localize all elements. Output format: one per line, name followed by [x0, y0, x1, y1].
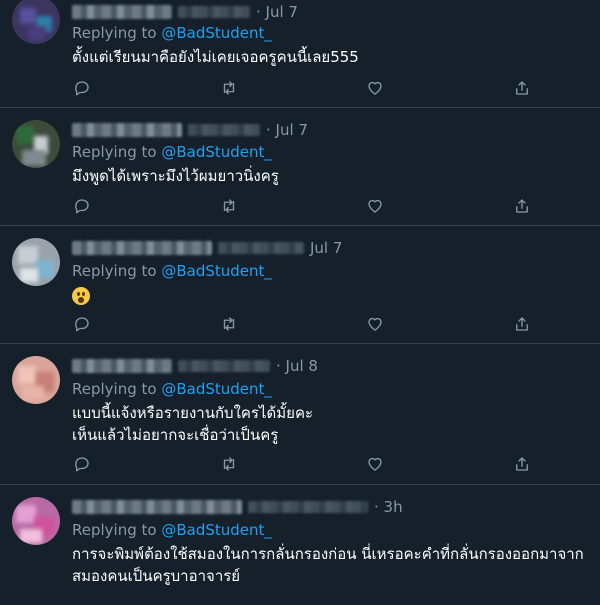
- tweet-header: · Jul 8: [72, 356, 318, 376]
- share-button[interactable]: [512, 314, 532, 334]
- reply-button[interactable]: [72, 314, 92, 334]
- tweet-date[interactable]: · Jul 8: [276, 357, 318, 375]
- reply-tweet[interactable]: · Jul 8 Replying to @BadStudent_ แบบนี้แ…: [0, 344, 600, 485]
- share-button[interactable]: [512, 196, 532, 216]
- mention-link[interactable]: @BadStudent_: [161, 380, 272, 398]
- share-icon: [516, 457, 528, 471]
- avatar[interactable]: [12, 120, 60, 168]
- replying-to-label: Replying to: [72, 380, 157, 398]
- like-icon: [368, 199, 382, 213]
- replying-to-label: Replying to: [72, 143, 157, 161]
- tweet-header: Jul 7: [72, 238, 342, 258]
- replying-to: Replying to @BadStudent_: [72, 24, 272, 42]
- avatar[interactable]: [12, 497, 60, 545]
- tweet-text-line: สมองคนเป็นครูบาอาจารย์: [72, 567, 241, 585]
- replying-to-label: Replying to: [72, 24, 157, 42]
- reply-icon: [75, 317, 89, 332]
- mention-link[interactable]: @BadStudent_: [161, 262, 272, 280]
- avatar[interactable]: [12, 238, 60, 286]
- share-icon: [516, 81, 528, 95]
- author-name-blurred[interactable]: [72, 500, 242, 514]
- tweet-date[interactable]: · Jul 7: [256, 3, 298, 21]
- like-icon: [368, 81, 382, 95]
- reply-tweet[interactable]: · Jul 7 Replying to @BadStudent_ มึงพูดไ…: [0, 108, 600, 226]
- tweet-text-line: แบบนี้แจ้งหรือรายงานกับใครได้มั้ยคะ: [72, 404, 314, 422]
- author-handle-blurred: [178, 6, 250, 18]
- like-icon: [368, 457, 382, 471]
- author-handle-blurred: [248, 501, 368, 513]
- astonished-face-emoji: [72, 286, 90, 305]
- like-button[interactable]: [365, 454, 385, 474]
- tweet-text: แบบนี้แจ้งหรือรายงานกับใครได้มั้ยคะ เห็น…: [72, 402, 592, 446]
- retweet-button[interactable]: [219, 314, 239, 334]
- replying-to: Replying to @BadStudent_: [72, 521, 272, 539]
- reply-tweet[interactable]: · 3h Replying to @BadStudent_ การจะพิมพ์…: [0, 485, 600, 605]
- reply-icon: [75, 81, 89, 96]
- share-icon: [516, 199, 528, 213]
- tweet-actions: [72, 314, 532, 334]
- reply-icon: [75, 199, 89, 214]
- tweet-header: · Jul 7: [72, 2, 298, 22]
- tweet-header: · Jul 7: [72, 120, 308, 140]
- retweet-icon: [223, 457, 234, 471]
- tweet-actions: [72, 196, 532, 216]
- reply-feed: · Jul 7 Replying to @BadStudent_ ตั้งแต่…: [0, 0, 600, 591]
- like-button[interactable]: [365, 78, 385, 98]
- replying-to-label: Replying to: [72, 262, 157, 280]
- mention-link[interactable]: @BadStudent_: [161, 143, 272, 161]
- tweet-text-line: มึงพูดได้เพราะมึงไว้ผมยาวนิ่งครู: [72, 167, 279, 185]
- reply-button[interactable]: [72, 78, 92, 98]
- avatar[interactable]: [12, 0, 60, 44]
- retweet-icon: [223, 81, 234, 95]
- retweet-icon: [223, 317, 234, 331]
- tweet-date[interactable]: · Jul 7: [266, 121, 308, 139]
- tweet-date[interactable]: · 3h: [374, 498, 403, 516]
- share-icon: [516, 317, 528, 331]
- reply-icon: [75, 457, 89, 472]
- retweet-button[interactable]: [219, 454, 239, 474]
- replying-to-label: Replying to: [72, 521, 157, 539]
- reply-tweet[interactable]: · Jul 7 Replying to @BadStudent_ ตั้งแต่…: [0, 0, 600, 108]
- author-handle-blurred: [188, 124, 260, 136]
- avatar[interactable]: [12, 356, 60, 404]
- tweet-text-line: ตั้งแต่เรียนมาคือยังไม่เคยเจอครูคนนี้เลย…: [72, 48, 359, 66]
- like-button[interactable]: [365, 314, 385, 334]
- author-name-blurred[interactable]: [72, 359, 172, 373]
- mention-link[interactable]: @BadStudent_: [161, 521, 272, 539]
- reply-button[interactable]: [72, 454, 92, 474]
- author-handle-blurred: [178, 360, 270, 372]
- share-button[interactable]: [512, 78, 532, 98]
- reply-button[interactable]: [72, 196, 92, 216]
- replying-to: Replying to @BadStudent_: [72, 262, 272, 280]
- tweet-text: การจะพิมพ์ต้องใช้สมองในการกลั่นกรองก่อน …: [72, 543, 592, 587]
- retweet-button[interactable]: [219, 196, 239, 216]
- like-icon: [368, 317, 382, 331]
- tweet-text: [72, 284, 592, 306]
- tweet-text: ตั้งแต่เรียนมาคือยังไม่เคยเจอครูคนนี้เลย…: [72, 46, 592, 68]
- tweet-header: · 3h: [72, 497, 403, 517]
- tweet-actions: [72, 78, 532, 98]
- share-button[interactable]: [512, 454, 532, 474]
- retweet-icon: [223, 199, 234, 213]
- retweet-button[interactable]: [219, 78, 239, 98]
- tweet-text: มึงพูดได้เพราะมึงไว้ผมยาวนิ่งครู: [72, 165, 592, 187]
- author-name-blurred[interactable]: [72, 123, 182, 137]
- reply-tweet[interactable]: Jul 7 Replying to @BadStudent_: [0, 226, 600, 344]
- tweet-date[interactable]: Jul 7: [310, 239, 342, 257]
- mention-link[interactable]: @BadStudent_: [161, 24, 272, 42]
- author-name-blurred[interactable]: [72, 5, 172, 19]
- replying-to: Replying to @BadStudent_: [72, 380, 272, 398]
- like-button[interactable]: [365, 196, 385, 216]
- tweet-actions: [72, 454, 532, 474]
- tweet-text-line: การจะพิมพ์ต้องใช้สมองในการกลั่นกรองก่อน …: [72, 545, 584, 563]
- author-handle-blurred: [218, 242, 304, 254]
- tweet-text-line: เห็นแล้วไม่อยากจะเชื่อว่าเป็นครู: [72, 426, 279, 444]
- author-name-blurred[interactable]: [72, 241, 212, 255]
- replying-to: Replying to @BadStudent_: [72, 143, 272, 161]
